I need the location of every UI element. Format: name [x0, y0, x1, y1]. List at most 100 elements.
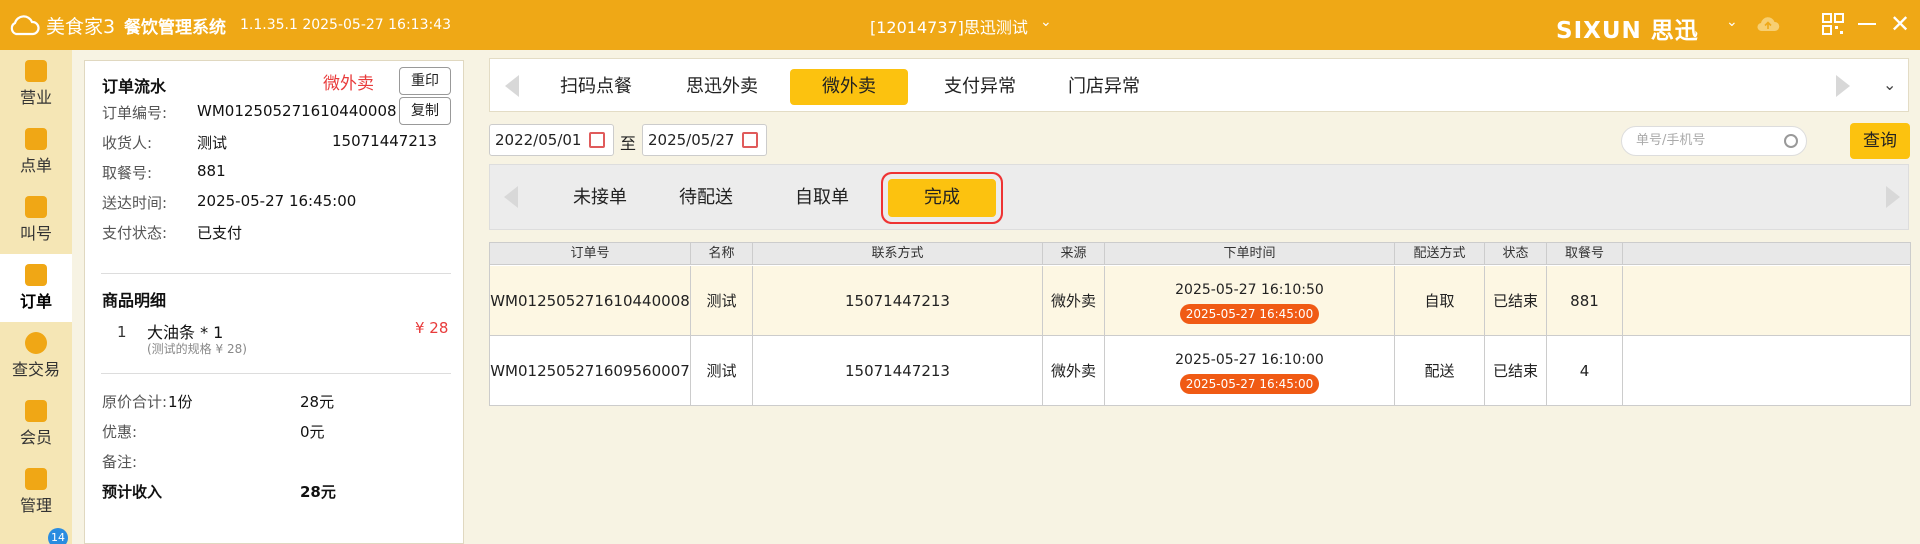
- cell-source: 微外卖: [1043, 266, 1105, 336]
- subtab-completed[interactable]: 完成: [888, 179, 996, 217]
- discount-value: 0元: [300, 423, 325, 441]
- nav-label: 营业: [19, 88, 52, 107]
- chevron-down-icon[interactable]: ⌄: [1726, 14, 1738, 30]
- subtab-self-pickup[interactable]: 自取单: [772, 179, 872, 217]
- search-icon[interactable]: [1784, 134, 1798, 148]
- cell-pickup: 881: [1547, 266, 1623, 336]
- receiver-phone: 15071447213: [332, 132, 437, 150]
- table-row[interactable]: WM012505271609560007 测试 15071447213 微外卖 …: [490, 336, 1910, 406]
- query-button[interactable]: 查询: [1850, 123, 1910, 159]
- goods-item: 1: [117, 323, 127, 341]
- tab-store-exception[interactable]: 门店异常: [1054, 69, 1154, 105]
- pay-status-row: 支付状态: 已支付: [102, 222, 242, 243]
- minimize-icon[interactable]: [1858, 23, 1876, 25]
- status-subtabs: 未接单 待配送 自取单 完成: [489, 164, 1909, 230]
- nav-item-business[interactable]: 营业: [0, 50, 72, 118]
- qr-code-icon[interactable]: [1822, 13, 1844, 35]
- calendar-icon[interactable]: [589, 132, 605, 148]
- receiver-value: 测试: [197, 134, 228, 152]
- subtab-not-accepted[interactable]: 未接单: [550, 179, 650, 217]
- col-source[interactable]: 来源: [1043, 243, 1105, 265]
- nav-item-manage[interactable]: 管理: [0, 458, 72, 526]
- col-order-time[interactable]: 下单时间: [1105, 243, 1395, 265]
- delivery-time-row: 送达时间: 2025-05-27 16:45:00: [102, 192, 356, 213]
- nav-item-member[interactable]: 会员: [0, 390, 72, 458]
- nav-item-orders[interactable]: 订单: [0, 254, 72, 322]
- subtab-pending-delivery[interactable]: 待配送: [656, 179, 756, 217]
- date-to-value: 2025/05/27: [648, 131, 735, 149]
- subtabs-prev-icon[interactable]: [504, 186, 518, 208]
- col-pickup[interactable]: 取餐号: [1547, 243, 1623, 265]
- member-icon: [25, 400, 47, 422]
- nav-item-call-number[interactable]: 叫号: [0, 186, 72, 254]
- tab-wei-takeout[interactable]: 微外卖: [790, 69, 908, 105]
- original-total-row: 原价合计: 1份 28元: [102, 391, 334, 412]
- store-selector[interactable]: [12014737]思迅测试: [870, 14, 1028, 38]
- tab-sixun-takeout[interactable]: 思迅外卖: [672, 69, 772, 105]
- tabs-prev-icon[interactable]: [505, 75, 519, 97]
- cell-name: 测试: [691, 336, 753, 406]
- expected-value: 28元: [300, 483, 336, 501]
- remark-label: 备注:: [102, 453, 138, 471]
- nav-item-search-trade[interactable]: 查交易: [0, 322, 72, 390]
- table-row[interactable]: WM012505271610440008 测试 15071447213 微外卖 …: [490, 266, 1910, 336]
- cell-status: 已结束: [1485, 266, 1547, 336]
- chevron-down-icon[interactable]: ⌄: [1883, 75, 1896, 94]
- order-no-value: WM012505271610440008: [197, 102, 397, 120]
- nav-label: 叫号: [19, 224, 52, 243]
- order-time-text: 2025-05-27 16:10:00: [1175, 352, 1324, 368]
- col-status[interactable]: 状态: [1485, 243, 1547, 265]
- nav-label: 订单: [19, 292, 52, 311]
- subtabs-next-icon[interactable]: [1886, 186, 1900, 208]
- nav-label: 会员: [19, 428, 52, 447]
- date-to-input[interactable]: 2025/05/27: [642, 124, 767, 156]
- chevron-down-icon[interactable]: ⌄: [1040, 14, 1052, 30]
- order-no-label: 订单编号:: [102, 104, 168, 122]
- original-total-label: 原价合计:: [102, 393, 168, 411]
- expected-label: 预计收入: [102, 483, 163, 501]
- discount-label: 优惠:: [102, 423, 138, 441]
- search-trade-icon: [25, 332, 47, 354]
- notification-badge[interactable]: 14: [48, 528, 68, 544]
- channel-tabs: 扫码点餐 思迅外卖 微外卖 支付异常 门店异常 ⌄: [489, 58, 1909, 112]
- cell-pickup: 4: [1547, 336, 1623, 406]
- tab-pay-exception[interactable]: 支付异常: [930, 69, 1030, 105]
- detail-title: 订单流水: [102, 77, 167, 96]
- order-time-text: 2025-05-27 16:10:50: [1175, 282, 1324, 298]
- divider: [101, 373, 451, 374]
- order-source: 微外卖: [323, 74, 374, 94]
- tab-scan-order[interactable]: 扫码点餐: [546, 69, 646, 105]
- pickup-label: 取餐号:: [102, 164, 153, 182]
- goods-price: ¥ 28: [415, 319, 449, 337]
- col-order-no[interactable]: 订单号: [490, 243, 691, 265]
- cell-delivery: 自取: [1395, 266, 1485, 336]
- col-name[interactable]: 名称: [691, 243, 753, 265]
- calendar-icon[interactable]: [742, 132, 758, 148]
- discount-row: 优惠: 0元: [102, 421, 325, 442]
- order-hand-icon: [25, 128, 47, 150]
- divider: [101, 273, 451, 274]
- search-placeholder: 单号/手机号: [1636, 133, 1706, 148]
- close-icon[interactable]: ✕: [1890, 12, 1910, 36]
- cell-status: 已结束: [1485, 336, 1547, 406]
- copy-button[interactable]: 复制: [399, 97, 451, 125]
- goods-index: 1: [117, 323, 127, 341]
- delivery-time-value: 2025-05-27 16:45:00: [197, 192, 357, 210]
- nav-label: 点单: [19, 156, 52, 175]
- remark-row: 备注:: [102, 451, 137, 472]
- col-delivery[interactable]: 配送方式: [1395, 243, 1485, 265]
- date-from-input[interactable]: 2022/05/01: [489, 124, 614, 156]
- search-input[interactable]: 单号/手机号: [1621, 126, 1807, 156]
- reprint-button[interactable]: 重印: [399, 67, 451, 95]
- system-name: 餐饮管理系统: [124, 18, 226, 38]
- tabs-next-icon[interactable]: [1836, 75, 1850, 97]
- nav-item-order-dish[interactable]: 点单: [0, 118, 72, 186]
- business-icon: [25, 60, 47, 82]
- goods-title: 商品明细: [102, 291, 167, 310]
- col-contact[interactable]: 联系方式: [753, 243, 1043, 265]
- orders-table: 订单号 名称 联系方式 来源 下单时间 配送方式 状态 取餐号 WM012505…: [489, 242, 1911, 406]
- cell-delivery: 配送: [1395, 336, 1485, 406]
- cloud-upload-icon[interactable]: [1756, 14, 1780, 34]
- table-header: 订单号 名称 联系方式 来源 下单时间 配送方式 状态 取餐号: [490, 243, 1910, 265]
- version-label: 1.1.35.1 2025-05-27 16:13:43: [240, 17, 452, 33]
